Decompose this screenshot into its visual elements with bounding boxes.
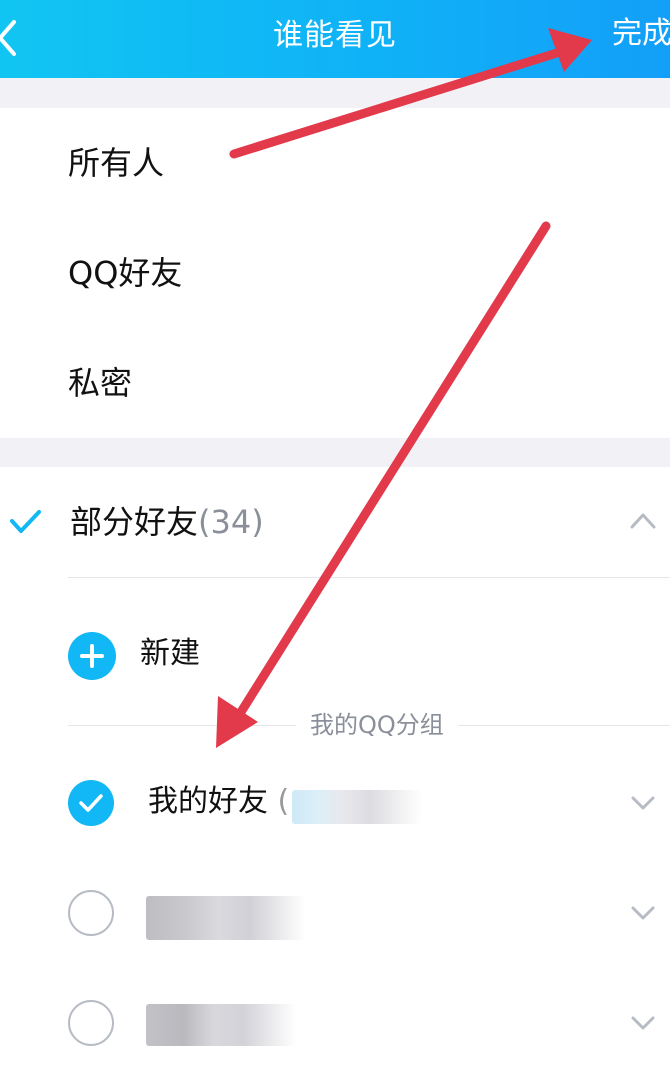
option-everyone[interactable]: 所有人	[0, 108, 670, 218]
option-label: 部分好友(34)	[70, 500, 264, 544]
chevron-down-icon[interactable]	[630, 794, 656, 812]
divider	[68, 577, 670, 578]
option-label: QQ好友	[68, 254, 183, 292]
new-group-label: 新建	[140, 636, 200, 671]
section-gap	[0, 78, 670, 108]
group-count-paren: (	[277, 784, 290, 819]
option-label: 所有人	[68, 144, 165, 182]
group-name: 我的好友	[148, 784, 268, 819]
option-private[interactable]: 私密	[0, 328, 670, 438]
new-group-button[interactable]: 新建	[0, 600, 670, 710]
section-gap	[0, 438, 670, 467]
group-checkbox[interactable]	[68, 890, 114, 936]
group-row[interactable]	[0, 860, 670, 970]
done-button[interactable]: 完成	[612, 12, 670, 56]
chevron-down-icon[interactable]	[630, 904, 656, 922]
group-checkbox[interactable]	[68, 1000, 114, 1046]
section-label-qq-groups: 我的QQ分组	[296, 708, 458, 742]
partial-count: (34)	[198, 503, 264, 541]
chevron-up-icon[interactable]	[628, 509, 658, 531]
title-bar: 谁能看见 完成	[0, 0, 670, 78]
option-label: 私密	[68, 364, 133, 402]
redacted-group-name	[146, 896, 306, 940]
chevron-down-icon[interactable]	[630, 1014, 656, 1032]
redacted-group-name	[146, 1004, 296, 1046]
option-partial-friends[interactable]: 部分好友(34)	[0, 467, 670, 577]
group-checkbox[interactable]	[68, 780, 114, 826]
page-title: 谁能看见	[273, 18, 397, 53]
partial-label: 部分好友	[70, 503, 199, 541]
group-label: 我的好友 (	[148, 780, 289, 824]
redacted-count	[292, 790, 422, 824]
checkmark-icon	[10, 510, 41, 533]
option-qq-friends[interactable]: QQ好友	[0, 218, 670, 328]
plus-icon	[68, 632, 116, 680]
checkmark-icon	[79, 794, 103, 812]
group-row[interactable]	[0, 970, 670, 1080]
group-row[interactable]: 我的好友 (	[0, 750, 670, 860]
